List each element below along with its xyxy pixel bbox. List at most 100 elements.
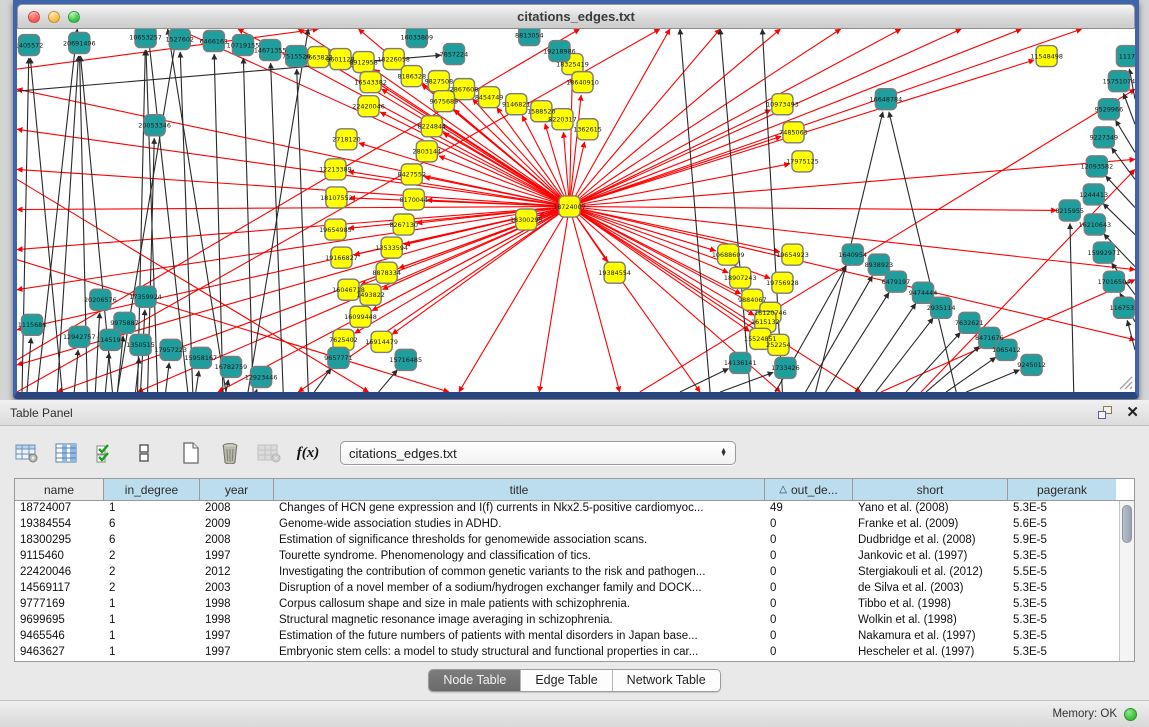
table-settings-icon[interactable] [14, 440, 40, 466]
table-row[interactable]: 911546021997Tourette syndrome. Phenomeno… [15, 549, 1134, 565]
table-panel-header: Table Panel ✕ [0, 400, 1149, 426]
memory-status-label: Memory: OK [1052, 708, 1117, 720]
table-cell: 5.5E-5 [1008, 565, 1116, 581]
trash-icon[interactable] [217, 440, 243, 466]
new-document-icon[interactable] [178, 440, 204, 466]
table-cell: 0 [765, 613, 853, 629]
network-canvas[interactable]: 1872400718300295193845547663822860112889… [17, 29, 1135, 392]
graph-node-label: 8427552 [397, 171, 426, 179]
table-cell: 1997 [200, 645, 274, 661]
import-table-icon[interactable] [256, 440, 282, 466]
table-cell: Yano et al. (2008) [853, 501, 1008, 517]
column-header-title[interactable]: title [274, 479, 765, 500]
table-cell: 9777169 [15, 597, 104, 613]
graph-node-label: 16914479 [365, 338, 398, 346]
table-cell: Disruption of a novel member of a sodium… [274, 581, 765, 597]
column-header-short[interactable]: short [853, 479, 1008, 500]
table-cell: 22420046 [15, 565, 104, 581]
vertical-scrollbar[interactable] [1119, 501, 1134, 661]
tab-network-table[interactable]: Network Table [613, 670, 720, 691]
table-cell: 9465546 [15, 629, 104, 645]
column-header-pagerank[interactable]: pagerank [1008, 479, 1116, 500]
graph-node-label: 7485063 [779, 129, 808, 137]
graph-node-label: 17975125 [786, 158, 819, 166]
tab-edge-table[interactable]: Edge Table [521, 670, 612, 691]
table-cell: Tibbo et al. (1998) [853, 597, 1008, 613]
table-toolbar: f(x) citations_edges.txt ▲▼ [14, 436, 1135, 470]
table-row[interactable]: 946362711997Embryonic stem cells: a mode… [15, 645, 1134, 661]
graph-node-label: 1244413 [1080, 191, 1109, 199]
table-row[interactable]: 946554611997Estimation of the future num… [15, 629, 1134, 645]
table-row[interactable]: 969969511998Structural magnetic resonanc… [15, 613, 1134, 629]
graph-node-label: 12942757 [63, 333, 96, 341]
close-panel-icon[interactable]: ✕ [1126, 405, 1139, 420]
table-cell: 1 [104, 613, 200, 629]
table-cell: 2008 [200, 533, 274, 549]
table-dropdown[interactable]: citations_edges.txt ▲▼ [340, 441, 736, 465]
graph-node-label: 1588520 [527, 108, 556, 116]
graph-node-label: 16033809 [400, 33, 433, 41]
table-cell: Investigating the contribution of common… [274, 565, 765, 581]
table-cell: 1998 [200, 613, 274, 629]
resize-grip[interactable] [1115, 372, 1133, 390]
graph-node-label: 17016504 [1098, 278, 1131, 286]
table-cell: 0 [765, 597, 853, 613]
table-cell: 1998 [200, 597, 274, 613]
table-cell: 49 [765, 501, 853, 517]
table-row[interactable]: 1872400712008Changes of HCN gene express… [15, 501, 1134, 517]
float-panel-icon[interactable] [1098, 406, 1112, 419]
table-cell: Franke et al. (2009) [853, 517, 1008, 533]
graph-node-label: 18640910 [566, 78, 599, 86]
window-titlebar[interactable]: citations_edges.txt [17, 4, 1135, 29]
graph-node-label: 8170044 [399, 196, 428, 204]
graph-node-label: 9827508 [425, 77, 454, 85]
graph-node-label: 8220317 [548, 116, 577, 124]
table-cell: 6 [104, 517, 200, 533]
graph-node-label: 17957223 [154, 346, 187, 354]
node-table: namein_degreeyeartitle△out_de...shortpag… [14, 478, 1135, 662]
function-icon[interactable]: f(x) [295, 440, 321, 466]
table-cell: 1 [104, 645, 200, 661]
graph-node-label: 8454749 [475, 93, 504, 101]
graph-node-label: 12213389 [319, 166, 352, 174]
graph-node-label: 8215955 [1055, 207, 1084, 215]
graph-node-label: 8471676 [975, 334, 1004, 342]
rows-icon[interactable] [131, 440, 157, 466]
column-header-in_degree[interactable]: in_degree [104, 479, 200, 500]
table-row[interactable]: 977716911998Corpus callosum shape and si… [15, 597, 1134, 613]
tab-node-table[interactable]: Node Table [429, 670, 521, 691]
graph-node-label: 19218986 [543, 47, 576, 55]
table-row[interactable]: 1938455462009Genome-wide association stu… [15, 517, 1134, 533]
table-cell: 2 [104, 549, 200, 565]
table-cell: Nakamura et al. (1997) [853, 629, 1008, 645]
column-header-year[interactable]: year [200, 479, 274, 500]
table-row[interactable]: 1456911722003Disruption of a novel membe… [15, 581, 1134, 597]
graph-node-label: 10653257 [129, 33, 162, 41]
table-cell: 1 [104, 501, 200, 517]
graph-node-label: 9474444 [909, 289, 938, 297]
table-panel-title: Table Panel [10, 406, 73, 420]
table-row[interactable]: 2242004622012Investigating the contribut… [15, 565, 1134, 581]
table-cell: 18724007 [15, 501, 104, 517]
select-rows-icon[interactable] [92, 440, 118, 466]
table-row[interactable]: 1830029562008Estimation of significance … [15, 533, 1134, 549]
graph-node-label: 20053346 [138, 122, 171, 130]
table-cell: Corpus callosum shape and size in male p… [274, 597, 765, 613]
graph-node-label: 18226058 [377, 55, 410, 63]
column-header-out_de[interactable]: △out_de... [765, 479, 853, 500]
graph-node-label: 15992971 [1088, 249, 1121, 257]
graph-node-label: 15716485 [389, 356, 422, 364]
table-cell: 5.9E-5 [1008, 533, 1116, 549]
graph-node-label: 9675685 [430, 98, 459, 106]
table-cell: 9115460 [15, 549, 104, 565]
table-cell: 18300295 [15, 533, 104, 549]
scrollbar-thumb[interactable] [1122, 505, 1132, 543]
table-body: 1872400712008Changes of HCN gene express… [15, 501, 1134, 661]
table-columns-icon[interactable] [53, 440, 79, 466]
table-cell: Jankovic et al. (1997) [853, 549, 1008, 565]
graph-node-label: 16648784 [870, 96, 903, 104]
graph-node-label: 16120746 [754, 309, 787, 317]
column-header-name[interactable]: name [15, 479, 104, 500]
memory-ok-indicator[interactable] [1124, 708, 1137, 721]
graph-node-label: 1065412 [992, 346, 1021, 354]
